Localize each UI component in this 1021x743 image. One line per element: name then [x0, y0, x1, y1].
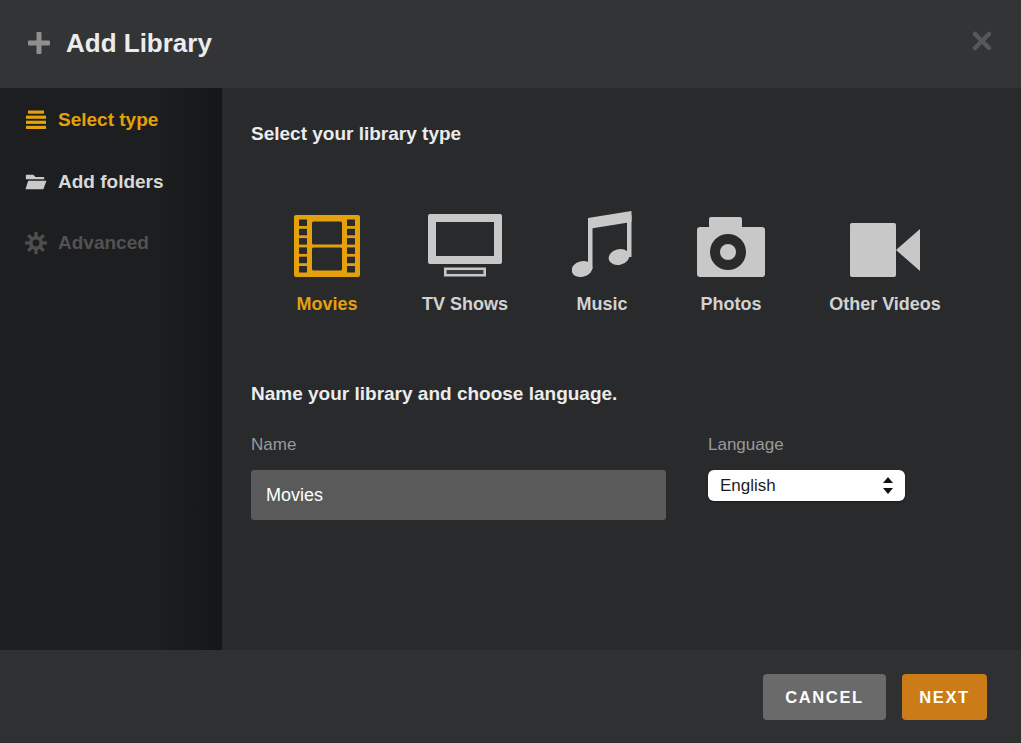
- section-title-library-type: Select your library type: [251, 123, 461, 145]
- library-type-label: TV Shows: [422, 294, 508, 315]
- folder-icon: [25, 171, 47, 193]
- sidebar-item-label: Select type: [58, 109, 158, 131]
- dialog-title: Add Library: [66, 28, 212, 59]
- library-type-label: Movies: [296, 294, 357, 315]
- gear-icon: [25, 232, 47, 254]
- sidebar-item-add-folders[interactable]: Add folders: [25, 167, 164, 197]
- sidebar-item-select-type[interactable]: Select type: [25, 105, 158, 135]
- library-type-movies[interactable]: Movies: [294, 211, 360, 315]
- film-icon: [294, 211, 360, 277]
- sidebar-item-label: Advanced: [58, 232, 149, 254]
- library-type-label: Other Videos: [829, 294, 941, 315]
- dialog-header: Add Library: [0, 0, 1021, 88]
- library-type-tv-shows[interactable]: TV Shows: [428, 211, 502, 315]
- tv-icon: [428, 211, 502, 277]
- add-library-dialog: Add Library Select type A: [0, 0, 1021, 743]
- language-label: Language: [708, 435, 784, 455]
- music-note-icon: [572, 211, 632, 277]
- close-icon[interactable]: [972, 31, 992, 51]
- camera-icon: [697, 211, 765, 277]
- dialog-main: Select your library type: [222, 88, 1021, 650]
- sidebar-item-advanced[interactable]: Advanced: [25, 228, 149, 258]
- next-button[interactable]: NEXT: [902, 674, 987, 720]
- dialog-footer: CANCEL NEXT: [0, 650, 1021, 743]
- plus-icon: [28, 32, 50, 54]
- cancel-button[interactable]: CANCEL: [763, 674, 886, 720]
- language-select[interactable]: English: [708, 470, 905, 501]
- name-label: Name: [251, 435, 296, 455]
- library-type-list: Movies TV Shows: [294, 211, 920, 315]
- language-select-value: English: [720, 476, 883, 496]
- library-name-input[interactable]: [251, 470, 666, 520]
- sidebar-item-label: Add folders: [58, 171, 164, 193]
- section-title-name-language: Name your library and choose language.: [251, 383, 617, 405]
- library-type-photos[interactable]: Photos: [697, 211, 765, 315]
- library-type-label: Photos: [701, 294, 762, 315]
- video-camera-icon: [850, 211, 920, 277]
- library-type-music[interactable]: Music: [572, 211, 632, 315]
- dialog-sidebar: Select type Add folders: [0, 88, 222, 650]
- list-lines-icon: [25, 109, 47, 131]
- library-type-label: Music: [576, 294, 627, 315]
- library-type-other-videos[interactable]: Other Videos: [850, 211, 920, 315]
- select-arrows-icon: [883, 477, 893, 494]
